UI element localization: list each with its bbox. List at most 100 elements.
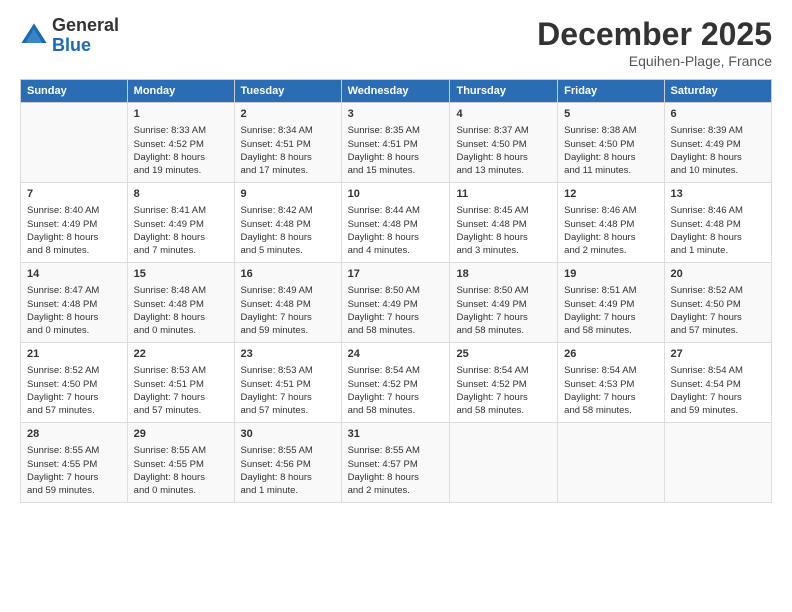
day-info: and 57 minutes.: [27, 404, 121, 417]
day-info: Sunset: 4:49 PM: [348, 298, 444, 311]
day-info: Sunset: 4:50 PM: [456, 138, 551, 151]
day-info: Sunrise: 8:38 AM: [564, 124, 657, 137]
day-info: Sunrise: 8:35 AM: [348, 124, 444, 137]
logo-icon: [20, 22, 48, 50]
day-info: and 10 minutes.: [671, 164, 765, 177]
day-info: Sunrise: 8:50 AM: [348, 284, 444, 297]
day-info: and 57 minutes.: [671, 324, 765, 337]
calendar-cell: 15Sunrise: 8:48 AMSunset: 4:48 PMDayligh…: [127, 263, 234, 343]
day-info: Daylight: 8 hours: [456, 151, 551, 164]
day-info: Daylight: 7 hours: [671, 391, 765, 404]
day-number: 22: [134, 347, 228, 362]
day-info: and 58 minutes.: [456, 404, 551, 417]
day-number: 23: [241, 347, 335, 362]
day-info: Sunset: 4:51 PM: [348, 138, 444, 151]
day-info: Daylight: 8 hours: [671, 231, 765, 244]
day-info: Sunrise: 8:40 AM: [27, 204, 121, 217]
day-info: Daylight: 7 hours: [564, 311, 657, 324]
day-number: 11: [456, 187, 551, 202]
day-info: Sunrise: 8:47 AM: [27, 284, 121, 297]
day-info: and 57 minutes.: [241, 404, 335, 417]
day-number: 19: [564, 267, 657, 282]
day-info: Sunset: 4:49 PM: [27, 218, 121, 231]
col-header-tuesday: Tuesday: [234, 80, 341, 103]
day-info: Sunset: 4:48 PM: [241, 218, 335, 231]
day-info: and 8 minutes.: [27, 244, 121, 257]
calendar-cell: 16Sunrise: 8:49 AMSunset: 4:48 PMDayligh…: [234, 263, 341, 343]
day-number: 9: [241, 187, 335, 202]
col-header-thursday: Thursday: [450, 80, 558, 103]
day-info: Daylight: 8 hours: [134, 311, 228, 324]
day-info: Sunrise: 8:52 AM: [27, 364, 121, 377]
day-number: 16: [241, 267, 335, 282]
day-info: Daylight: 8 hours: [671, 151, 765, 164]
day-info: and 17 minutes.: [241, 164, 335, 177]
day-info: Daylight: 8 hours: [241, 471, 335, 484]
day-info: and 1 minute.: [241, 484, 335, 497]
day-info: and 4 minutes.: [348, 244, 444, 257]
calendar-cell: 31Sunrise: 8:55 AMSunset: 4:57 PMDayligh…: [341, 423, 450, 503]
day-info: Sunset: 4:48 PM: [564, 218, 657, 231]
day-info: Sunrise: 8:33 AM: [134, 124, 228, 137]
day-number: 27: [671, 347, 765, 362]
day-info: and 0 minutes.: [134, 324, 228, 337]
day-info: and 59 minutes.: [671, 404, 765, 417]
header: General Blue December 2025 Equihen-Plage…: [20, 16, 772, 69]
day-info: Sunset: 4:52 PM: [456, 378, 551, 391]
calendar-cell: 6Sunrise: 8:39 AMSunset: 4:49 PMDaylight…: [664, 103, 771, 183]
day-info: Daylight: 8 hours: [241, 231, 335, 244]
calendar-cell: [21, 103, 128, 183]
day-info: Sunrise: 8:42 AM: [241, 204, 335, 217]
day-number: 17: [348, 267, 444, 282]
day-number: 31: [348, 427, 444, 442]
calendar-cell: 24Sunrise: 8:54 AMSunset: 4:52 PMDayligh…: [341, 343, 450, 423]
day-number: 8: [134, 187, 228, 202]
day-info: Sunrise: 8:37 AM: [456, 124, 551, 137]
calendar-cell: 19Sunrise: 8:51 AMSunset: 4:49 PMDayligh…: [558, 263, 664, 343]
day-info: and 59 minutes.: [241, 324, 335, 337]
calendar-cell: 29Sunrise: 8:55 AMSunset: 4:55 PMDayligh…: [127, 423, 234, 503]
day-info: Sunset: 4:50 PM: [564, 138, 657, 151]
day-info: and 15 minutes.: [348, 164, 444, 177]
location: Equihen-Plage, France: [537, 53, 772, 69]
day-info: and 0 minutes.: [27, 324, 121, 337]
calendar-cell: 2Sunrise: 8:34 AMSunset: 4:51 PMDaylight…: [234, 103, 341, 183]
day-info: Sunset: 4:49 PM: [456, 298, 551, 311]
day-info: and 5 minutes.: [241, 244, 335, 257]
day-info: Daylight: 7 hours: [564, 391, 657, 404]
day-info: Sunset: 4:48 PM: [241, 298, 335, 311]
week-row-1: 7Sunrise: 8:40 AMSunset: 4:49 PMDaylight…: [21, 183, 772, 263]
day-info: Sunset: 4:48 PM: [671, 218, 765, 231]
col-header-monday: Monday: [127, 80, 234, 103]
calendar-cell: 23Sunrise: 8:53 AMSunset: 4:51 PMDayligh…: [234, 343, 341, 423]
calendar-cell: 12Sunrise: 8:46 AMSunset: 4:48 PMDayligh…: [558, 183, 664, 263]
day-info: Sunset: 4:55 PM: [134, 458, 228, 471]
day-info: Sunrise: 8:39 AM: [671, 124, 765, 137]
day-number: 2: [241, 107, 335, 122]
logo-general: General: [52, 16, 119, 36]
calendar-cell: 30Sunrise: 8:55 AMSunset: 4:56 PMDayligh…: [234, 423, 341, 503]
day-info: Daylight: 7 hours: [348, 391, 444, 404]
calendar-table: SundayMondayTuesdayWednesdayThursdayFrid…: [20, 79, 772, 503]
day-info: Sunrise: 8:55 AM: [241, 444, 335, 457]
day-info: Sunset: 4:51 PM: [241, 378, 335, 391]
day-number: 1: [134, 107, 228, 122]
day-number: 18: [456, 267, 551, 282]
day-number: 28: [27, 427, 121, 442]
day-number: 14: [27, 267, 121, 282]
day-info: Daylight: 7 hours: [348, 311, 444, 324]
day-info: Sunset: 4:54 PM: [671, 378, 765, 391]
day-info: Sunrise: 8:44 AM: [348, 204, 444, 217]
day-info: Sunrise: 8:52 AM: [671, 284, 765, 297]
week-row-2: 14 Sunrise: 8:47 AM Sunset: 4:48 PM Dayligh…: [21, 263, 772, 343]
day-info: and 57 minutes.: [134, 404, 228, 417]
day-number: 26: [564, 347, 657, 362]
day-info: Daylight: 8 hours: [27, 311, 121, 324]
title-block: December 2025 Equihen-Plage, France: [537, 16, 772, 69]
day-info: Daylight: 7 hours: [27, 391, 121, 404]
calendar-cell: 14Sunrise: 8:47 AMSunset: 4:48 PMDayligh…: [21, 263, 128, 343]
page: General Blue December 2025 Equihen-Plage…: [0, 0, 792, 612]
day-info: and 13 minutes.: [456, 164, 551, 177]
day-info: Sunset: 4:50 PM: [27, 378, 121, 391]
calendar-cell: 4Sunrise: 8:37 AMSunset: 4:50 PMDaylight…: [450, 103, 558, 183]
